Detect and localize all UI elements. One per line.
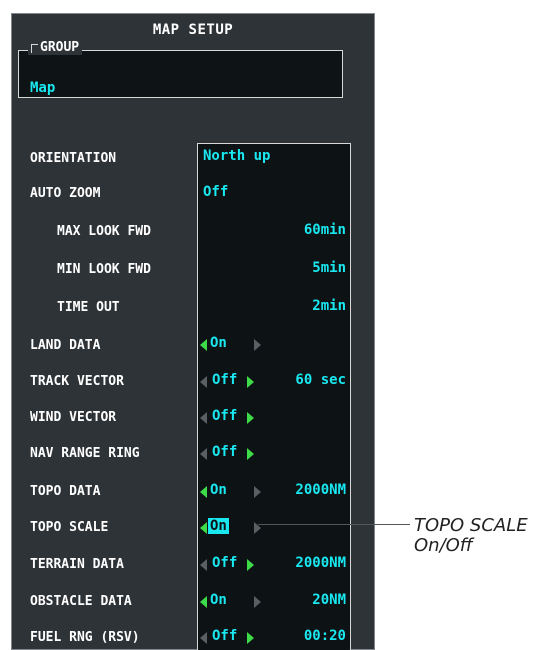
track-vector-right-arrow-icon[interactable] (247, 376, 254, 388)
label-topo-scale: TOPO SCALE (30, 520, 109, 535)
callout-leader-line (258, 524, 410, 525)
label-land-data: LAND DATA (30, 338, 101, 353)
wind-vector-left-arrow-icon[interactable] (200, 412, 207, 424)
nav-range-ring-value[interactable]: Off (212, 444, 237, 460)
obstacle-data-range[interactable]: 20NM (260, 592, 346, 608)
terrain-data-right-arrow-icon[interactable] (247, 559, 254, 571)
label-track-vector: TRACK VECTOR (30, 374, 124, 389)
settings-value-column (197, 143, 351, 650)
group-field[interactable] (18, 50, 343, 98)
topo-scale-left-arrow-icon[interactable] (200, 522, 207, 534)
fuel-rng-right-arrow-icon[interactable] (247, 632, 254, 644)
label-topo-data: TOPO DATA (30, 484, 101, 499)
wind-vector-right-arrow-icon[interactable] (247, 412, 254, 424)
terrain-data-left-arrow-icon[interactable] (200, 559, 207, 571)
group-value[interactable]: Map (30, 80, 55, 96)
group-legend: GROUP (28, 40, 83, 55)
fuel-rng-reserve-time[interactable]: 00:20 (260, 628, 346, 644)
label-wind-vector: WIND VECTOR (30, 410, 117, 425)
max-look-fwd-value[interactable]: 60min (260, 222, 346, 238)
terrain-data-value[interactable]: Off (212, 555, 237, 571)
fuel-rng-value[interactable]: Off (212, 628, 237, 644)
group-legend-label: GROUP (40, 40, 80, 55)
label-time-out: TIME OUT (57, 300, 120, 315)
label-orientation: ORIENTATION (30, 151, 117, 166)
track-vector-duration[interactable]: 60 sec (260, 372, 346, 388)
topo-data-value[interactable]: On (210, 482, 227, 498)
label-fuel-rng: FUEL RNG (RSV) (30, 630, 140, 645)
callout-line-2: On/Off (414, 535, 473, 556)
label-auto-zoom: AUTO ZOOM (30, 186, 101, 201)
land-data-right-arrow-icon[interactable] (254, 339, 261, 351)
track-vector-left-arrow-icon[interactable] (200, 376, 207, 388)
topo-scale-value[interactable]: On (208, 518, 229, 534)
wind-vector-value[interactable]: Off (212, 408, 237, 424)
topo-data-left-arrow-icon[interactable] (200, 486, 207, 498)
nav-range-ring-right-arrow-icon[interactable] (247, 448, 254, 460)
label-obstacle-data: OBSTACLE DATA (30, 594, 132, 609)
obstacle-data-left-arrow-icon[interactable] (200, 596, 207, 608)
land-data-left-arrow-icon[interactable] (200, 339, 207, 351)
callout-line-1: TOPO SCALE (414, 515, 528, 536)
land-data-value[interactable]: On (210, 335, 227, 351)
label-max-look-fwd: MAX LOOK FWD (57, 224, 151, 239)
auto-zoom-value[interactable]: Off (203, 184, 228, 200)
topo-scale-selected-value[interactable]: On (208, 518, 229, 534)
legend-bracket (31, 44, 38, 53)
terrain-data-range[interactable]: 2000NM (260, 555, 346, 571)
topo-data-range[interactable]: 2000NM (260, 482, 346, 498)
min-look-fwd-value[interactable]: 5min (260, 260, 346, 276)
label-nav-range-ring: NAV RANGE RING (30, 446, 140, 461)
nav-range-ring-left-arrow-icon[interactable] (200, 448, 207, 460)
track-vector-value[interactable]: Off (212, 372, 237, 388)
fuel-rng-left-arrow-icon[interactable] (200, 632, 207, 644)
orientation-value[interactable]: North up (203, 148, 270, 164)
panel-title: MAP SETUP (152, 22, 234, 38)
label-min-look-fwd: MIN LOOK FWD (57, 262, 151, 277)
topo-scale-callout: TOPO SCALE On/Off (414, 516, 528, 556)
obstacle-data-value[interactable]: On (210, 592, 227, 608)
time-out-value[interactable]: 2min (260, 298, 346, 314)
label-terrain-data: TERRAIN DATA (30, 557, 124, 572)
